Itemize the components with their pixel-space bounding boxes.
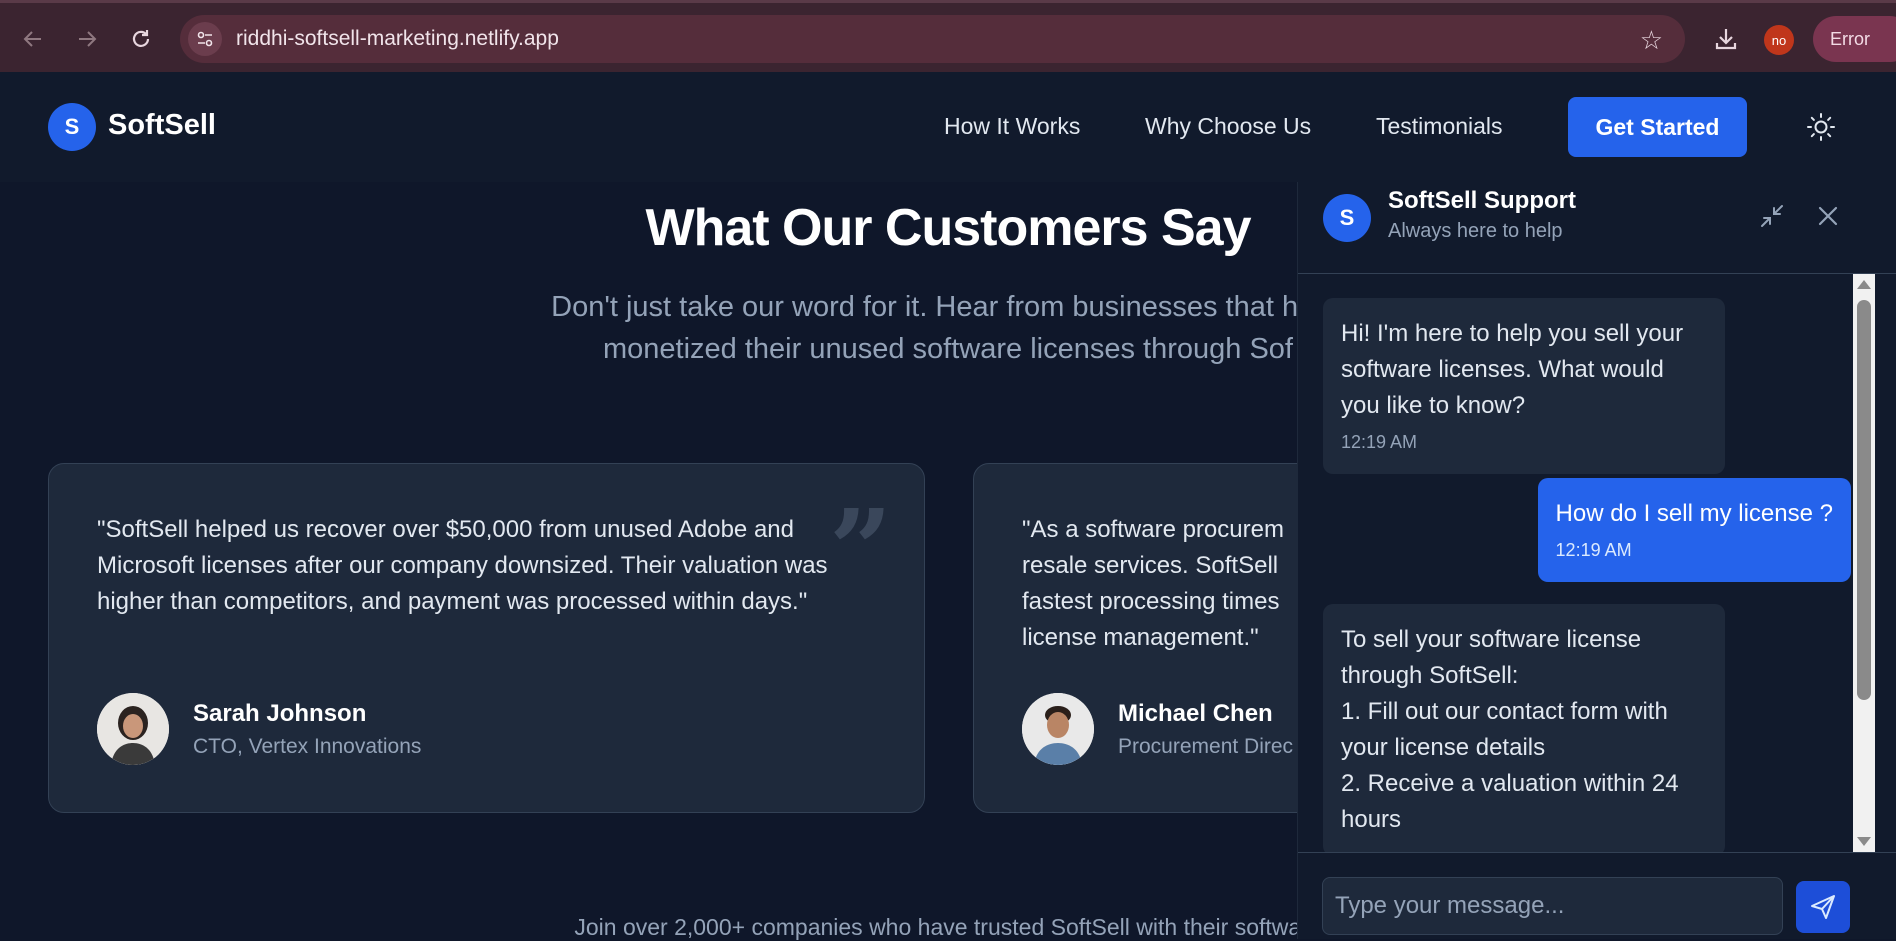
send-button[interactable] (1796, 881, 1850, 933)
message-input[interactable] (1322, 877, 1783, 935)
message-text: How do I sell my license ? (1555, 500, 1833, 527)
site-info-icon[interactable] (188, 22, 222, 56)
forward-icon[interactable] (74, 26, 100, 52)
chat-messages[interactable]: Hi! I'm here to help you sell your softw… (1298, 274, 1874, 852)
error-label: Error (1830, 28, 1870, 49)
sun-icon[interactable] (1806, 112, 1836, 142)
error-button[interactable]: Error (1813, 16, 1896, 62)
avatar (97, 693, 169, 765)
message-line: 1. Fill out our contact form with (1341, 698, 1668, 725)
site-header: S SoftSell How It Works Why Choose Us Te… (0, 72, 1896, 182)
bookmark-star-icon[interactable]: ☆ (1640, 25, 1663, 56)
user-message: How do I sell my license ? 12:19 AM (1537, 478, 1851, 582)
bot-message: Hi! I'm here to help you sell your softw… (1323, 298, 1725, 474)
author-name: Sarah Johnson (193, 700, 367, 727)
logo-icon[interactable]: S (48, 103, 96, 151)
message-line: hours (1341, 806, 1402, 833)
close-icon[interactable] (1814, 202, 1842, 230)
message-line: your license details (1341, 734, 1546, 761)
author-role: Procurement Direc (1118, 735, 1294, 758)
chat-subtitle: Always here to help (1388, 220, 1563, 242)
testimonial-quote: "SoftSell helped us recover over $50,000… (97, 516, 828, 615)
scroll-up-icon[interactable] (1857, 280, 1871, 289)
scroll-down-icon[interactable] (1857, 837, 1871, 846)
message-line: through SoftSell: (1341, 662, 1519, 689)
message-time: 12:19 AM (1555, 540, 1632, 560)
download-icon[interactable] (1712, 25, 1740, 58)
minimize-icon[interactable] (1758, 202, 1786, 230)
message-line: 2. Receive a valuation within 24 (1341, 770, 1679, 797)
url-text: riddhi-softsell-marketing.netlify.app (236, 27, 559, 50)
nav-why-choose-us[interactable]: Why Choose Us (1145, 113, 1311, 140)
message-text: Hi! I'm here to help you sell your softw… (1341, 320, 1684, 419)
reload-icon[interactable] (128, 26, 154, 52)
author-name: Michael Chen (1118, 700, 1273, 727)
back-icon[interactable] (20, 26, 46, 52)
nav-testimonials[interactable]: Testimonials (1376, 113, 1503, 140)
send-icon (1811, 895, 1835, 919)
scrollbar-thumb[interactable] (1857, 300, 1871, 700)
message-time: 12:19 AM (1341, 432, 1418, 452)
chat-header: S SoftSell Support Always here to help (1298, 182, 1896, 274)
message-line: To sell your software license (1341, 626, 1642, 653)
author-role: CTO, Vertex Innovations (193, 735, 422, 758)
address-bar[interactable]: riddhi-softsell-marketing.netlify.app ☆ (180, 15, 1685, 63)
chat-input-area (1298, 852, 1896, 939)
browser-toolbar: riddhi-softsell-marketing.netlify.app ☆ … (0, 0, 1896, 72)
chat-widget: S SoftSell Support Always here to help H… (1297, 182, 1896, 939)
profile-avatar[interactable]: no (1764, 25, 1794, 55)
testimonial-card: ” "SoftSell helped us recover over $50,0… (48, 463, 925, 813)
get-started-button[interactable]: Get Started (1568, 97, 1747, 157)
chat-logo-icon: S (1323, 194, 1371, 242)
chat-scrollbar[interactable] (1853, 274, 1875, 852)
chat-title: SoftSell Support (1388, 187, 1576, 214)
bot-message: To sell your software license through So… (1323, 604, 1725, 852)
avatar (1022, 693, 1094, 765)
nav-how-it-works[interactable]: How It Works (944, 113, 1080, 140)
brand-name[interactable]: SoftSell (108, 109, 216, 142)
